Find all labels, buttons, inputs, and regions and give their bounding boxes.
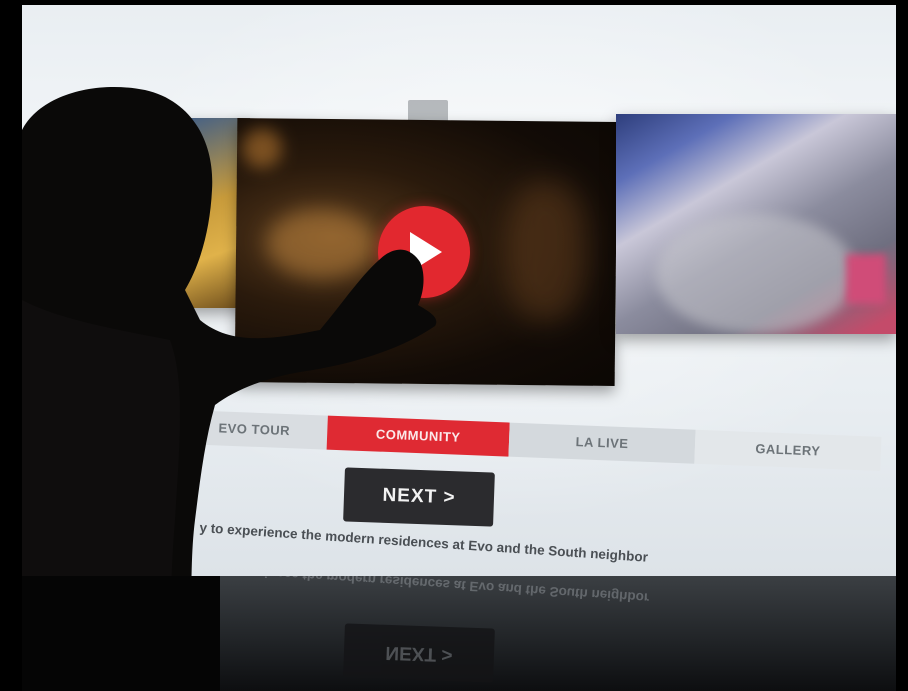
floor-reflection: y to experience the modern residences at… [20, 576, 896, 691]
photo-scene: EVO TOUR COMMUNITY LA LIVE GALLERY NEXT … [0, 0, 908, 691]
reflection-next-button: NEXT > [343, 623, 495, 683]
reflection-caption: y to experience the modern residences at… [200, 576, 650, 606]
